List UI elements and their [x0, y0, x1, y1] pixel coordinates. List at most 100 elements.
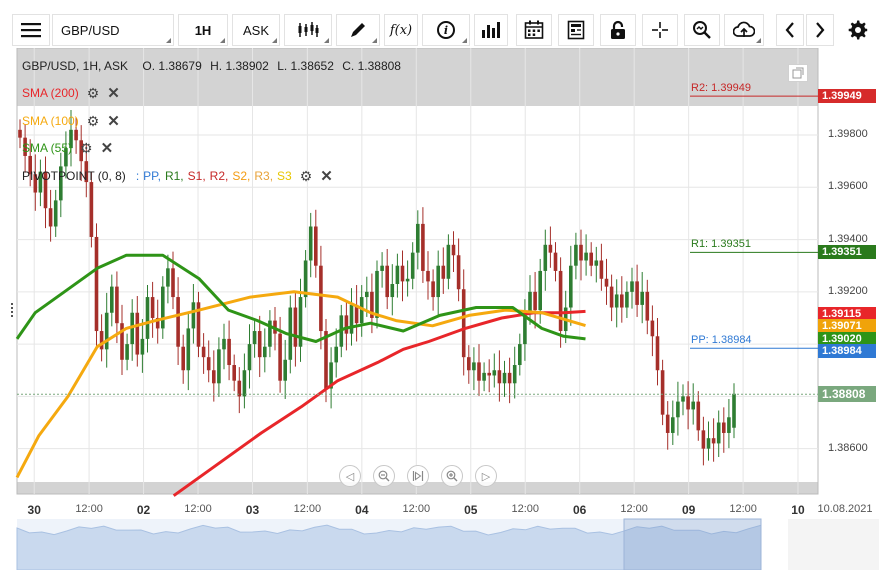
reset-zoom-button[interactable] — [407, 465, 429, 487]
candle-body — [732, 393, 736, 428]
pivot-r3: R3, — [254, 169, 274, 183]
price-tag: 1.39351 — [818, 245, 876, 260]
candle-body — [257, 331, 262, 358]
indicator-button[interactable]: f(x) — [384, 14, 418, 46]
symbol-select[interactable]: GBP/USD — [52, 14, 174, 46]
candle-body — [625, 291, 629, 308]
candle-body — [497, 370, 502, 384]
x-tick-label: 12:00 — [293, 503, 322, 515]
candle-body — [375, 270, 379, 318]
gear-icon[interactable]: ⚙ — [87, 113, 100, 130]
close-icon[interactable]: ✕ — [107, 112, 120, 130]
candle-body — [640, 291, 644, 305]
chart-area[interactable]: GBP/USD, 1H, ASK O. 1.38679 H. 1.38902 L… — [0, 48, 879, 570]
candle-body — [681, 396, 685, 402]
candle-body — [344, 315, 349, 334]
news-button[interactable] — [558, 14, 594, 46]
candle-body — [436, 265, 440, 298]
candle-body — [676, 401, 680, 418]
chart-type-button[interactable] — [284, 14, 332, 46]
candle-body — [691, 401, 695, 410]
candle-body — [135, 312, 140, 355]
x-tick-label: 09 — [681, 503, 696, 517]
candle-body — [395, 265, 400, 284]
candle-body — [727, 417, 731, 433]
candle-body — [650, 320, 655, 337]
info-button[interactable]: i — [422, 14, 470, 46]
pivot-s1: S1, — [187, 169, 206, 183]
candle-body — [365, 291, 369, 298]
pivot-s2: S2, — [232, 169, 251, 183]
zoom-button[interactable] — [684, 14, 720, 46]
candle-body — [206, 357, 211, 371]
candle-body — [166, 268, 170, 287]
price-chart[interactable] — [0, 48, 879, 570]
candle-body — [599, 260, 604, 279]
price-type-select[interactable]: ASK — [232, 14, 280, 46]
pan-left-button[interactable]: ◁ — [339, 465, 361, 487]
menu-button[interactable] — [12, 14, 50, 46]
crosshair-button[interactable] — [642, 14, 678, 46]
x-tick-label: 12:00 — [75, 503, 103, 515]
candle-body — [349, 304, 354, 334]
zoom-in-button[interactable] — [441, 465, 463, 487]
candle-body — [416, 223, 420, 253]
gear-icon — [848, 20, 868, 40]
candle-body — [94, 236, 99, 332]
x-tick-label: 02 — [136, 503, 151, 517]
candle-body — [186, 328, 191, 371]
candle-body — [722, 422, 726, 433]
pan-right-button[interactable]: ▷ — [475, 465, 497, 487]
close-icon[interactable]: ✕ — [107, 84, 120, 102]
candle-body — [252, 331, 257, 345]
candle-body — [426, 270, 430, 282]
lock-button[interactable] — [600, 14, 636, 46]
candle-body — [385, 265, 389, 298]
candle-body — [518, 344, 522, 366]
gear-icon[interactable]: ⚙ — [87, 85, 100, 102]
candle-body — [701, 430, 706, 449]
candle-body — [421, 223, 425, 271]
close-value: C. 1.38808 — [342, 59, 401, 73]
candle-body — [589, 252, 593, 266]
candle-body — [569, 265, 573, 308]
candle-body — [201, 346, 206, 358]
candle-body — [446, 244, 451, 279]
candle-body — [482, 372, 486, 381]
settings-button[interactable] — [842, 14, 874, 46]
candle-body — [548, 244, 553, 253]
scroll-right-button[interactable] — [806, 14, 834, 46]
dropdown-corner-icon — [462, 38, 467, 43]
candle-body — [574, 244, 578, 266]
low-value: L. 1.38652 — [277, 59, 334, 73]
calendar-button[interactable] — [516, 14, 552, 46]
gear-icon[interactable]: ⚙ — [300, 168, 313, 185]
close-icon[interactable]: ✕ — [320, 167, 333, 185]
candle-body — [609, 286, 614, 308]
candle-body — [696, 401, 701, 431]
candle-body — [553, 252, 558, 271]
candle-body — [716, 422, 721, 444]
candle-body — [319, 265, 323, 332]
pivot-sep: : — [135, 169, 140, 183]
close-icon[interactable]: ✕ — [101, 139, 114, 157]
volume-button[interactable] — [474, 14, 508, 46]
y-tick-label: 1.39400 — [828, 232, 868, 245]
zoom-out-button[interactable] — [373, 465, 395, 487]
candle-body — [242, 370, 247, 397]
legend-sma100: SMA (100) ⚙ ✕ — [22, 112, 120, 131]
pivot-s3: S3 — [277, 169, 292, 183]
expand-chart-button[interactable] — [788, 64, 808, 82]
candle-body — [380, 265, 384, 271]
gear-icon[interactable]: ⚙ — [80, 140, 93, 157]
draw-tool-button[interactable] — [336, 14, 380, 46]
candle-body — [477, 362, 481, 381]
x-tick-label: 03 — [245, 503, 260, 517]
candle-body — [543, 244, 548, 271]
scroll-left-button[interactable] — [776, 14, 804, 46]
candle-body — [115, 286, 119, 324]
candle-body — [558, 270, 563, 332]
timeframe-select[interactable]: 1H — [178, 14, 228, 46]
expand-icon — [792, 67, 804, 79]
export-button[interactable] — [724, 14, 764, 46]
